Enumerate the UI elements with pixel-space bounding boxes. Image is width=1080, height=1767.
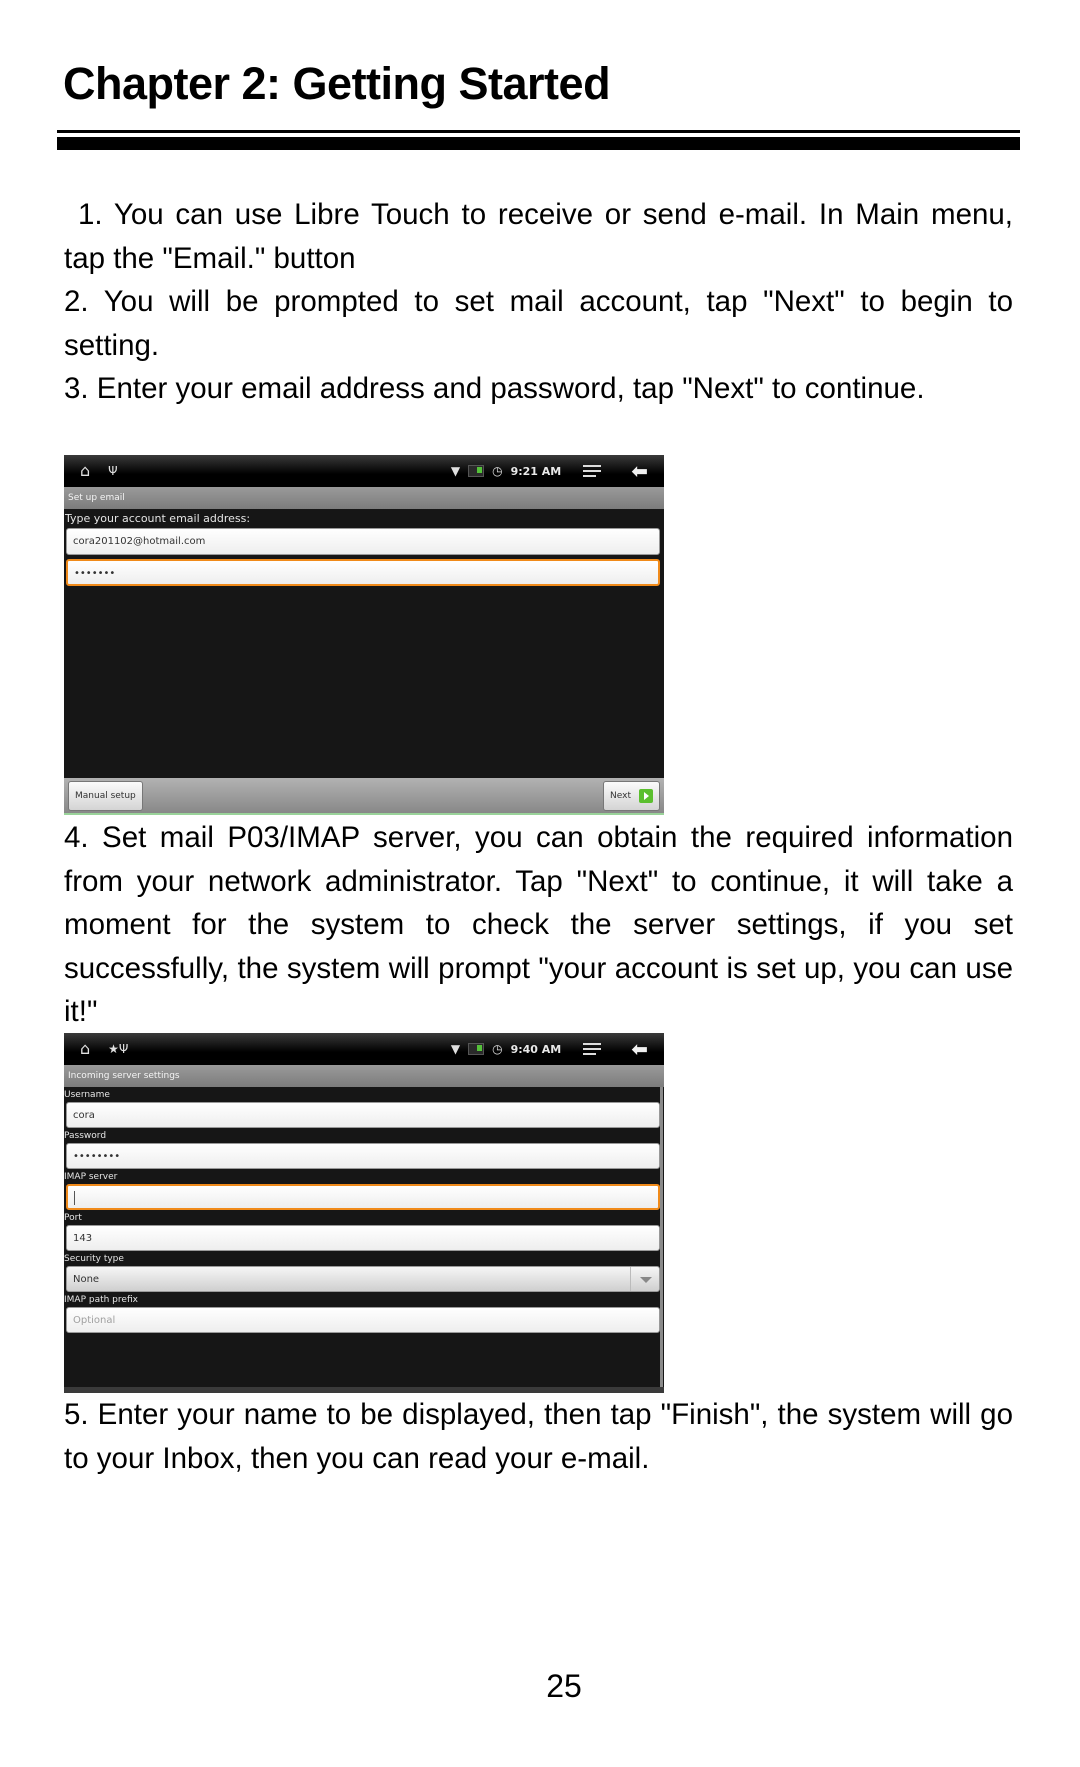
step-2: 2. You will be prompted to set mail acco… [64,285,1013,362]
title-rule-thick [57,137,1020,150]
password-field: ••••••• [66,559,660,586]
home-icon: ⌂ [80,461,91,480]
username-label: Username [64,1090,110,1100]
status-bar: ⌂ Ψ ▼ ◷ 9:21 AM ⬅ [64,455,664,487]
alarm-icon: ◷ [492,1042,503,1056]
screenshot-setup-email: ⌂ Ψ ▼ ◷ 9:21 AM ⬅ Set up email Type your… [64,455,664,815]
port-field: 143 [66,1225,660,1251]
chapter-title: Chapter 2: Getting Started [63,58,611,109]
imap-prefix-field: Optional [66,1307,660,1333]
password-field: •••••••• [66,1143,660,1169]
notification-icons: ★Ψ [108,1042,129,1056]
username-field: cora [66,1102,660,1128]
next-label: Next [610,790,631,801]
menu-icon [583,1043,602,1055]
imap-server-label: IMAP server [64,1172,118,1182]
port-label: Port [64,1213,82,1223]
screen-title: Set up email [64,487,664,509]
home-icon: ⌂ [80,1039,91,1058]
status-time: 9:21 AM [510,464,562,478]
button-bar: Manual setup Next [64,778,664,815]
alarm-icon: ◷ [492,464,503,478]
text-cursor [74,1191,75,1205]
security-type-select: None [66,1266,660,1292]
imap-prefix-label: IMAP path prefix [64,1295,138,1305]
screen-title: Incoming server settings [64,1065,664,1087]
security-type-value: None [73,1274,100,1285]
status-bar: ⌂ ★Ψ ▼ ◷ 9:40 AM ⬅ [64,1033,664,1065]
step-4: 4. Set mail P03/IMAP server, you can obt… [64,821,1013,1029]
battery-icon [468,465,485,477]
title-rule-thin [57,130,1020,133]
manual-setup-label: Manual setup [75,790,136,801]
manual-setup-button: Manual setup [68,780,143,811]
back-arrow-icon: ⬅ [631,1037,648,1061]
signal-icon: ▼ [450,1042,461,1056]
usb-icon: Ψ [108,464,118,478]
password-label: Password [64,1131,107,1141]
email-field: cora201102@hotmail.com [66,528,660,555]
signal-icon: ▼ [450,464,461,478]
scrollbar [660,1087,663,1387]
next-arrow-icon [639,788,653,803]
security-type-label: Security type [64,1254,124,1264]
dropdown-arrow-icon [630,1267,659,1291]
back-arrow-icon: ⬅ [631,459,648,483]
imap-server-field [66,1184,660,1210]
menu-icon [583,465,602,477]
status-time: 9:40 AM [510,1042,562,1056]
screenshot-incoming-server: ⌂ ★Ψ ▼ ◷ 9:40 AM ⬅ Incoming server setti… [64,1033,664,1393]
email-prompt-label: Type your account email address: [65,512,251,525]
step-1: 1. You can use Libre Touch to receive or… [64,198,1013,275]
next-button: Next [603,780,660,811]
step-5: 5. Enter your name to be displayed, then… [64,1398,1013,1475]
step-3: 3. Enter your email address and password… [64,372,925,405]
page-number: 25 [546,1668,582,1704]
battery-icon [468,1043,485,1055]
